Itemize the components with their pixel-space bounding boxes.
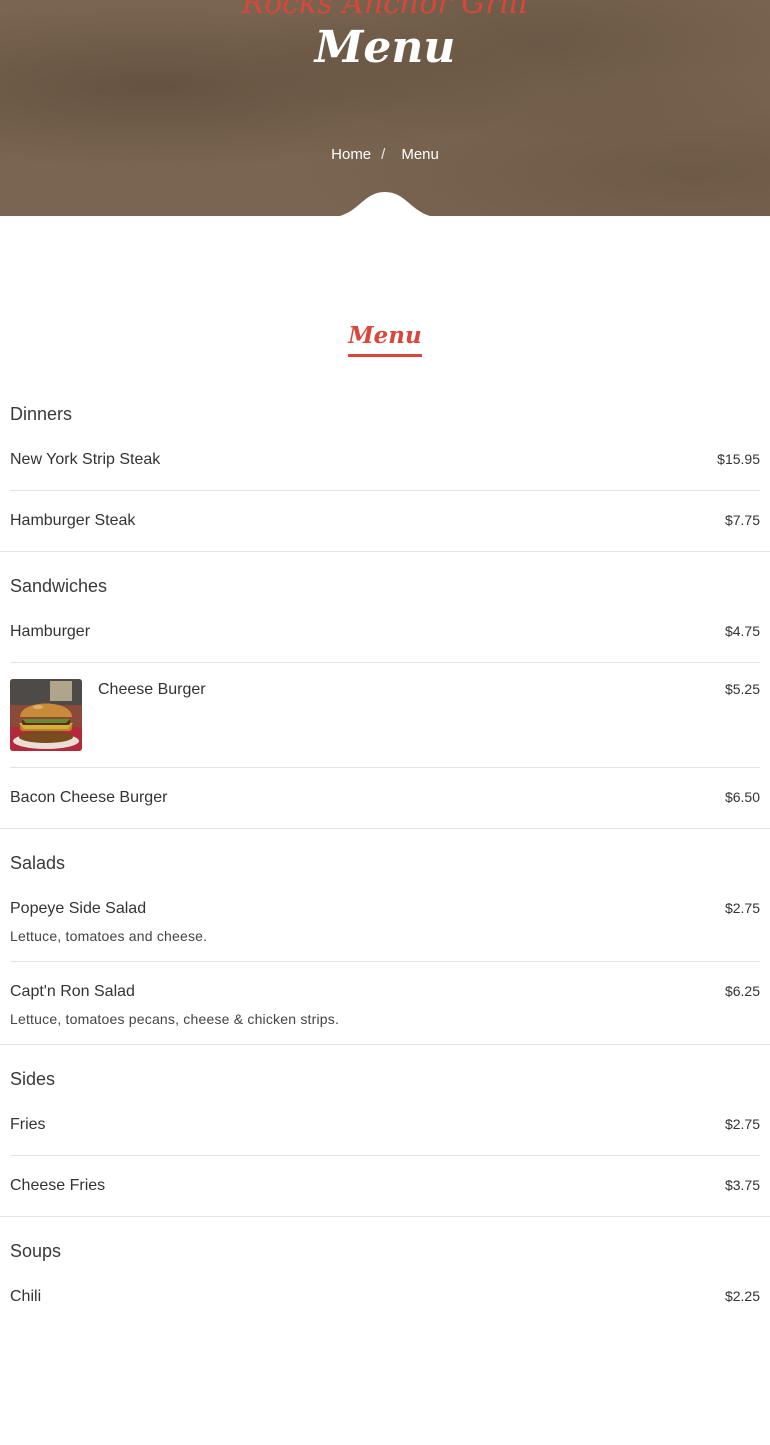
item-price: $2.25	[724, 1288, 760, 1304]
category-salads: Salads Popeye Side Salad Lettuce, tomato…	[0, 829, 770, 1045]
item-name: Popeye Side Salad	[10, 900, 147, 917]
breadcrumb-current: Menu	[401, 146, 439, 163]
item-name: Hamburger	[10, 623, 91, 640]
wave-divider	[340, 192, 430, 216]
menu-item: Capt'n Ron Salad Lettuce, tomatoes pecan…	[10, 962, 760, 1044]
item-price: $2.75	[724, 900, 760, 916]
item-name: New York Strip Steak	[10, 451, 161, 468]
menu-item: Popeye Side Salad Lettuce, tomatoes and …	[10, 879, 760, 962]
item-price: $4.75	[724, 623, 760, 639]
menu-item: Hamburger $4.75	[10, 602, 760, 663]
menu-list: Dinners New York Strip Steak $15.95 Hamb…	[0, 380, 770, 1327]
menu-item: Cheese Fries $3.75	[10, 1156, 760, 1216]
page-title: Menu	[314, 22, 456, 73]
brand-script-title: Rocks Anchor Grill	[241, 0, 529, 21]
category-title: Soups	[10, 1241, 62, 1261]
item-name: Chili	[10, 1288, 42, 1305]
breadcrumb-home-link[interactable]: Home	[331, 146, 371, 163]
category-title: Salads	[10, 853, 66, 873]
menu-item: Bacon Cheese Burger $6.50	[10, 768, 760, 828]
item-price: $7.75	[724, 512, 760, 528]
menu-item: Hamburger Steak $7.75	[10, 491, 760, 551]
item-name: Capt'n Ron Salad	[10, 983, 135, 1000]
item-name: Hamburger Steak	[10, 512, 136, 529]
item-name: Cheese Burger	[98, 681, 206, 698]
item-price: $6.50	[724, 789, 760, 805]
breadcrumb: Home / Menu	[0, 146, 770, 163]
item-price: $6.25	[724, 983, 760, 999]
cheeseburger-photo[interactable]	[10, 679, 82, 751]
item-description: Lettuce, tomatoes pecans, cheese & chick…	[10, 1011, 340, 1027]
category-sandwiches: Sandwiches Hamburger $4.75 Cheese Burger…	[0, 552, 770, 829]
category-title: Sandwiches	[10, 576, 108, 596]
item-name: Bacon Cheese Burger	[10, 789, 168, 806]
category-title: Sides	[10, 1069, 56, 1089]
item-price: $5.25	[724, 681, 760, 697]
cheeseburger-image	[10, 679, 82, 751]
category-title: Dinners	[10, 404, 73, 424]
item-price: $3.75	[724, 1177, 760, 1193]
item-price: $15.95	[717, 451, 760, 467]
item-name: Fries	[10, 1116, 46, 1133]
section-heading: Menu	[0, 322, 770, 357]
section-heading-text: Menu	[348, 322, 422, 357]
item-price: $2.75	[724, 1116, 760, 1132]
item-description: Lettuce, tomatoes and cheese.	[10, 928, 208, 944]
menu-item: Fries $2.75	[10, 1095, 760, 1156]
menu-item: Chili $2.25	[10, 1267, 760, 1327]
category-soups: Soups Chili $2.25	[0, 1217, 770, 1327]
menu-item: Cheese Burger $5.25	[10, 663, 760, 768]
category-dinners: Dinners New York Strip Steak $15.95 Hamb…	[0, 380, 770, 552]
hero-banner: Rocks Anchor Grill Menu Home / Menu	[0, 0, 770, 216]
category-sides: Sides Fries $2.75 Cheese Fries $3.75	[0, 1045, 770, 1217]
item-name: Cheese Fries	[10, 1177, 106, 1194]
breadcrumb-separator: /	[381, 146, 386, 163]
menu-item: New York Strip Steak $15.95	[10, 430, 760, 491]
